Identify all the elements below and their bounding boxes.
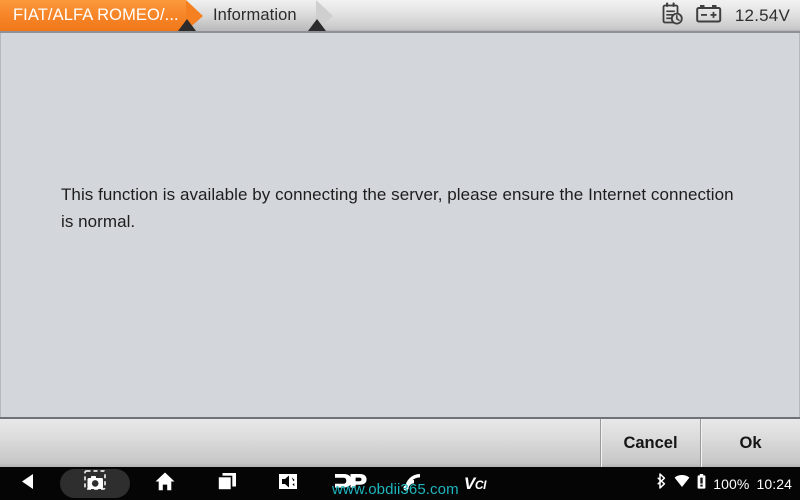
nav-left-group: VCI xyxy=(0,467,506,500)
action-button-bar: Cancel Ok xyxy=(0,417,800,467)
top-status-area: 12.54V xyxy=(662,0,790,31)
home-button[interactable] xyxy=(134,467,196,500)
volume-button[interactable] xyxy=(258,467,320,500)
bluetooth-icon xyxy=(656,473,667,494)
signal-waves-icon xyxy=(402,471,424,497)
vci-button[interactable]: VCI xyxy=(444,467,506,500)
report-clock-icon[interactable] xyxy=(662,2,683,30)
vci-label: VCI xyxy=(463,473,487,493)
tab-information[interactable]: Information xyxy=(186,0,333,31)
recents-button[interactable] xyxy=(196,467,258,500)
dp-logo-icon xyxy=(334,471,368,496)
battery-percent: 100% xyxy=(713,475,750,492)
screenshot-button[interactable] xyxy=(56,467,134,500)
tab-vehicle-label: FIAT/ALFA ROMEO/... xyxy=(13,6,179,24)
signal-button[interactable] xyxy=(382,467,444,500)
tab-information-label: Information xyxy=(213,6,297,24)
battery-voltage: 12.54V xyxy=(734,5,790,25)
clock: 10:24 xyxy=(756,475,792,492)
nav-status-group: 100% 10:24 xyxy=(656,467,792,500)
top-tab-bar: FIAT/ALFA ROMEO/... Information 12.54V xyxy=(0,0,800,33)
tab-notch-1 xyxy=(178,19,196,31)
screenshot-camera-icon xyxy=(81,469,109,498)
content-panel: This function is available by connecting… xyxy=(0,33,800,417)
back-triangle-icon xyxy=(19,472,38,496)
vci-subscript: CI xyxy=(474,477,487,492)
cancel-button[interactable]: Cancel xyxy=(600,419,700,467)
tab-vehicle[interactable]: FIAT/ALFA ROMEO/... xyxy=(0,0,203,31)
car-battery-icon xyxy=(696,4,722,28)
wifi-icon xyxy=(674,474,690,493)
dialog-message: This function is available by connecting… xyxy=(61,185,734,231)
device-screen: FIAT/ALFA ROMEO/... Information 12.54V T… xyxy=(0,0,800,500)
ok-button[interactable]: Ok xyxy=(700,419,800,467)
back-button[interactable] xyxy=(0,467,56,500)
recents-square-icon xyxy=(216,471,238,497)
home-icon xyxy=(154,471,176,497)
tab-notch-2 xyxy=(308,19,326,31)
battery-icon xyxy=(697,473,706,494)
volume-icon xyxy=(277,471,301,497)
android-nav-bar: VCI 100% 10:24 xyxy=(0,467,800,500)
dp-logo-button[interactable] xyxy=(320,467,382,500)
